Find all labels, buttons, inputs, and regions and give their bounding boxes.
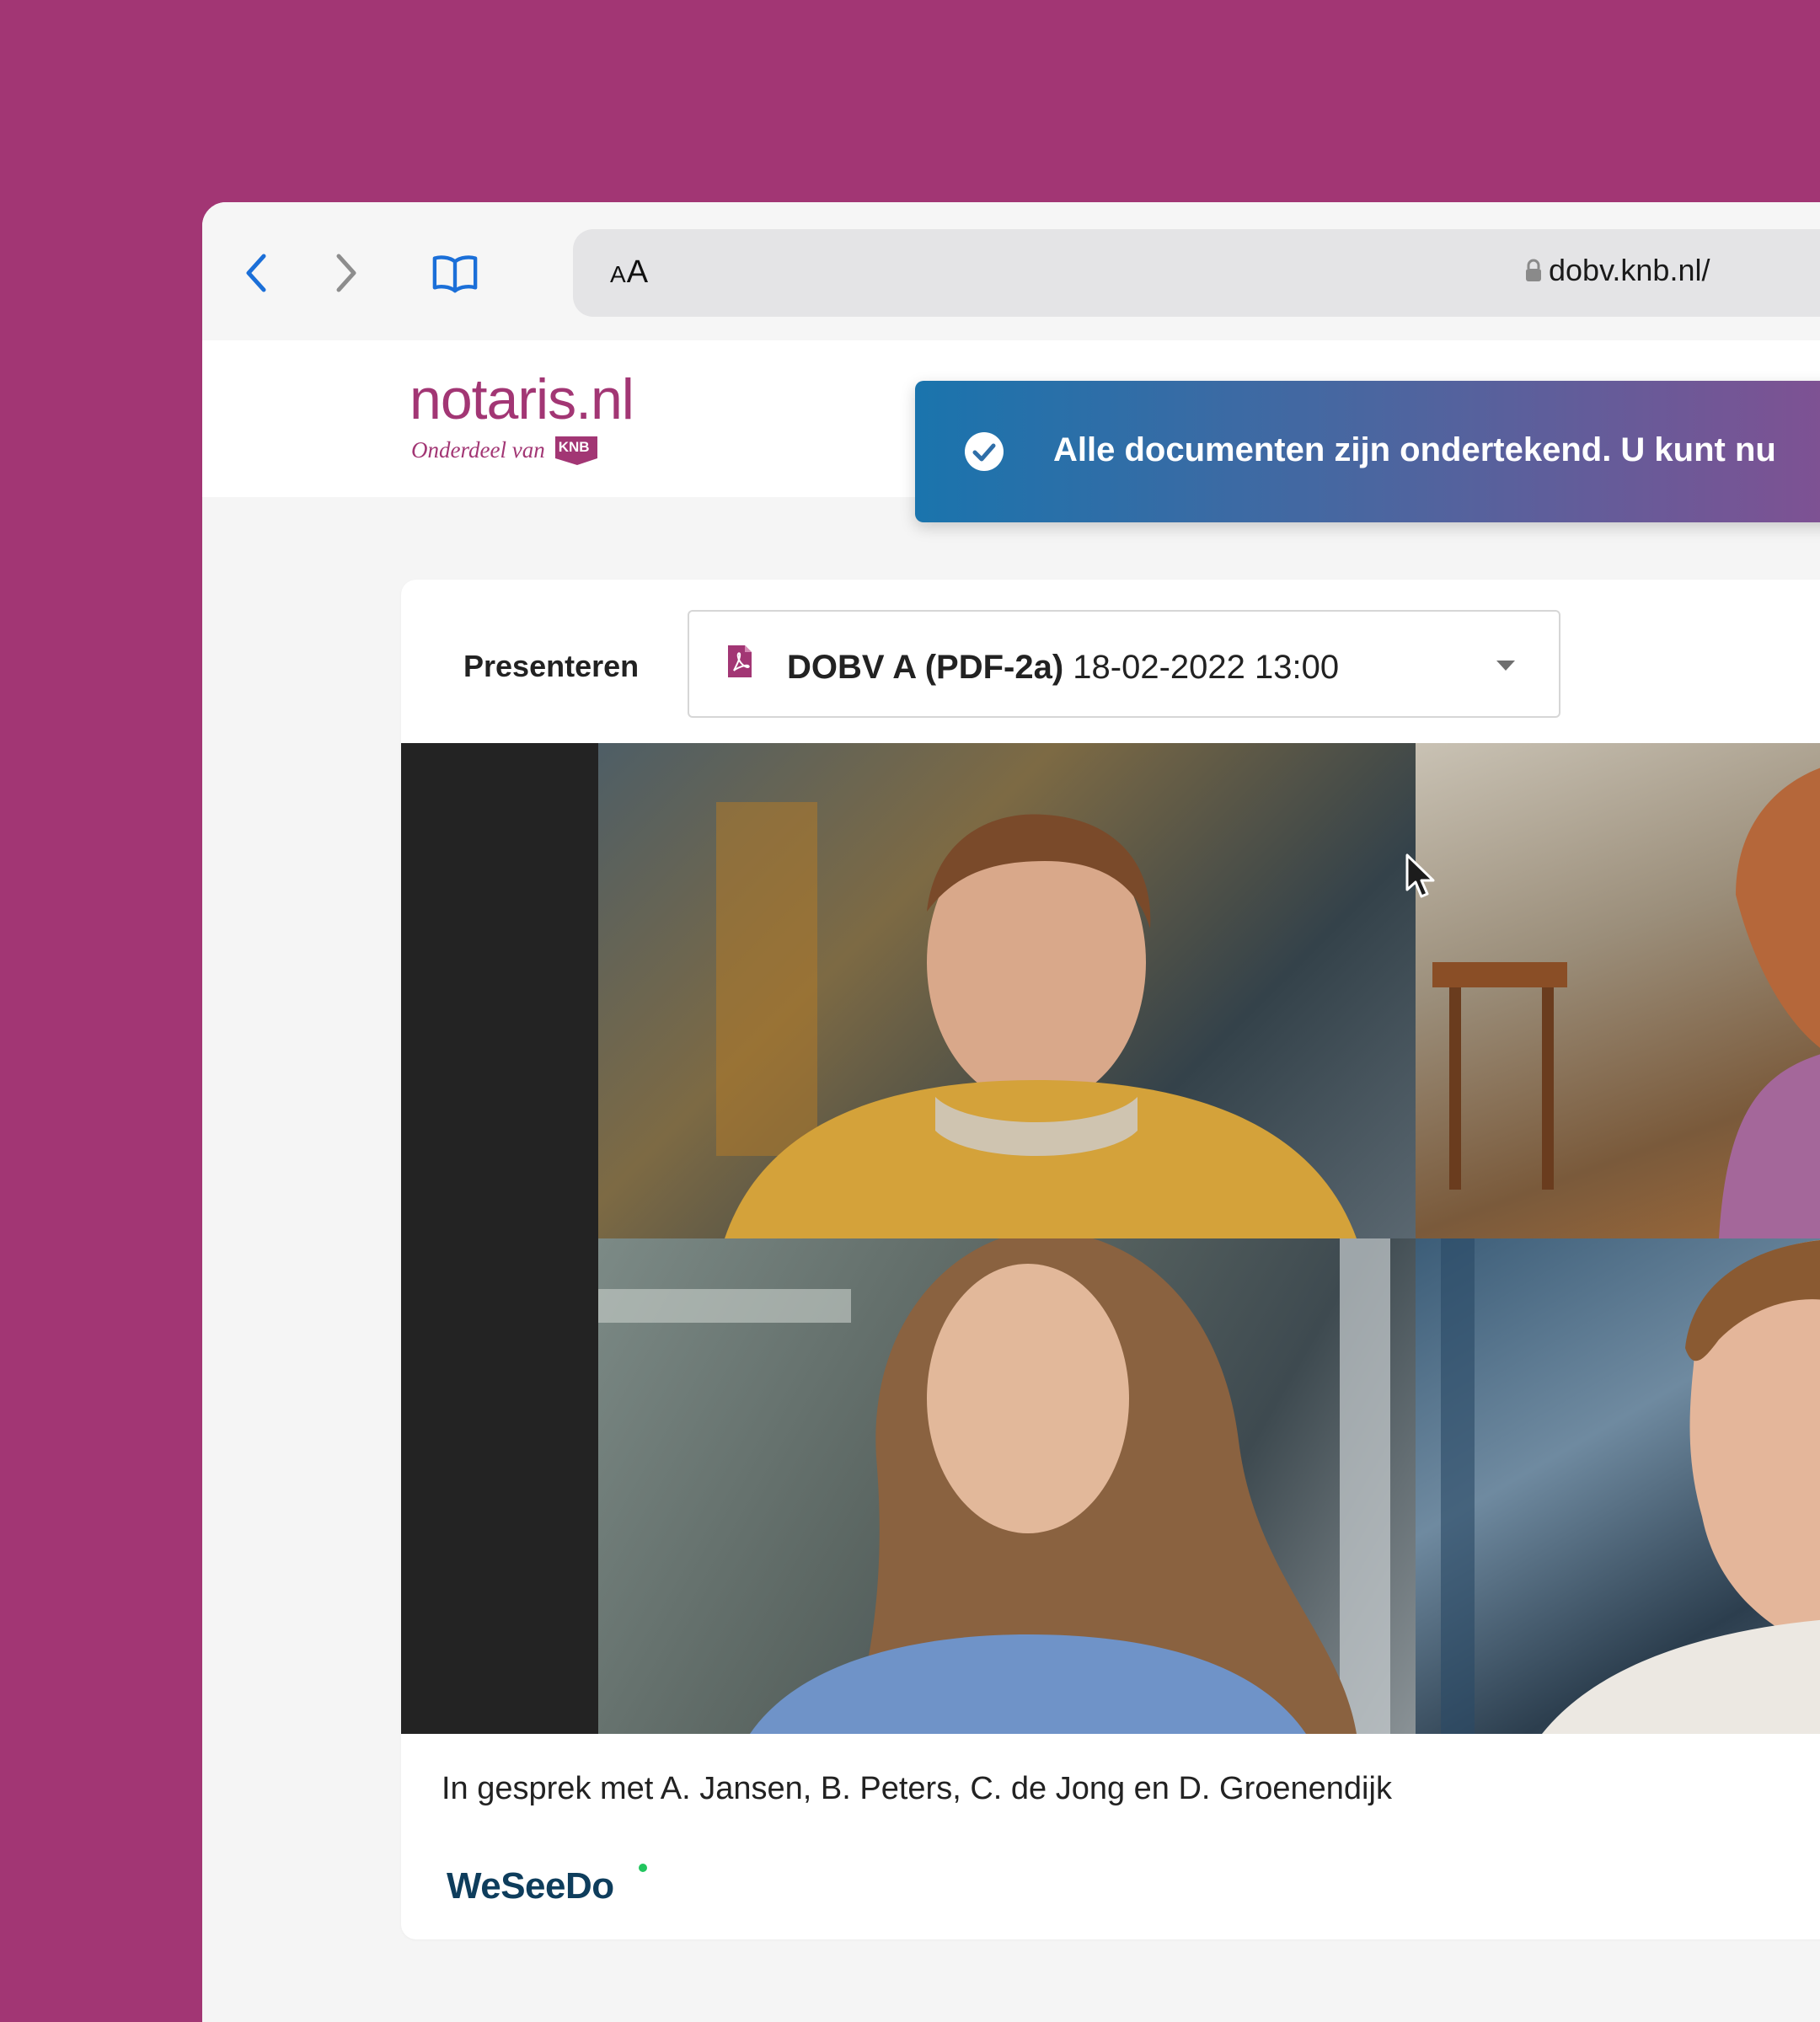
url-display[interactable]: dobv.knb.nl/ <box>1525 253 1710 288</box>
video-tile-participant-1[interactable] <box>598 743 1416 1238</box>
reader-options-button[interactable]: AA <box>610 254 649 291</box>
address-bar[interactable]: AA dobv.knb.nl/ <box>573 229 1820 317</box>
lock-icon <box>1526 259 1541 281</box>
notaris-logo[interactable]: notaris.nl Onderdeel van KNB <box>410 367 634 465</box>
bookmarks-button[interactable] <box>431 249 479 297</box>
chevron-left-icon <box>246 254 266 292</box>
video-tile-participant-4[interactable] <box>1416 1238 1820 1734</box>
present-label: Presenteren <box>463 649 640 683</box>
document-datetime: 18-02-2022 13:00 <box>1073 649 1340 686</box>
success-toast[interactable]: Alle documenten zijn ondertekend. U kunt… <box>915 381 1820 522</box>
video-tile-participant-2[interactable] <box>1416 743 1820 1238</box>
document-select[interactable]: DOBV A (PDF-2a) 18-02-2022 13:00 <box>688 610 1560 718</box>
book-icon <box>432 255 478 293</box>
url-text: dobv.knb.nl/ <box>1549 253 1710 287</box>
pdf-file-icon <box>728 645 752 677</box>
meeting-card: Presenteren DOBV A (PDF-2a) 18-02-2022 1… <box>401 580 1820 1939</box>
knb-badge: KNB <box>552 433 601 467</box>
document-title: DOBV A (PDF-2a) 18-02-2022 13:00 <box>787 649 1339 687</box>
browser-window: AA dobv.knb.nl/ notaris.nl Onderdeel van <box>202 202 1820 2022</box>
logo-text: notaris.nl <box>410 367 634 431</box>
check-circle-icon <box>965 432 1004 471</box>
video-grid <box>401 743 1820 1734</box>
person-icon <box>1441 1238 1820 1734</box>
browser-toolbar: AA dobv.knb.nl/ <box>202 202 1820 340</box>
participants-caption: In gesprek met A. Jansen, B. Peters, C. … <box>442 1771 1392 1806</box>
back-button[interactable] <box>233 249 280 297</box>
logo-subtitle: Onderdeel van KNB <box>411 433 601 467</box>
forward-button[interactable] <box>323 249 370 297</box>
logo-subtitle-text: Onderdeel van <box>411 436 545 463</box>
person-icon <box>598 1238 1390 1734</box>
video-tile-participant-3[interactable] <box>598 1238 1416 1734</box>
chevron-right-icon <box>336 254 356 292</box>
weseedo-logo-dot <box>639 1864 647 1872</box>
document-name: DOBV A (PDF-2a) <box>787 649 1064 686</box>
chevron-down-icon <box>1496 661 1515 671</box>
toast-message: Alle documenten zijn ondertekend. U kunt… <box>1053 431 1776 468</box>
person-icon <box>716 802 1357 1238</box>
person-icon <box>1432 768 1820 1238</box>
weseedo-logo: WeSeeDo <box>447 1865 614 1907</box>
mouse-pointer-icon <box>1405 853 1435 898</box>
